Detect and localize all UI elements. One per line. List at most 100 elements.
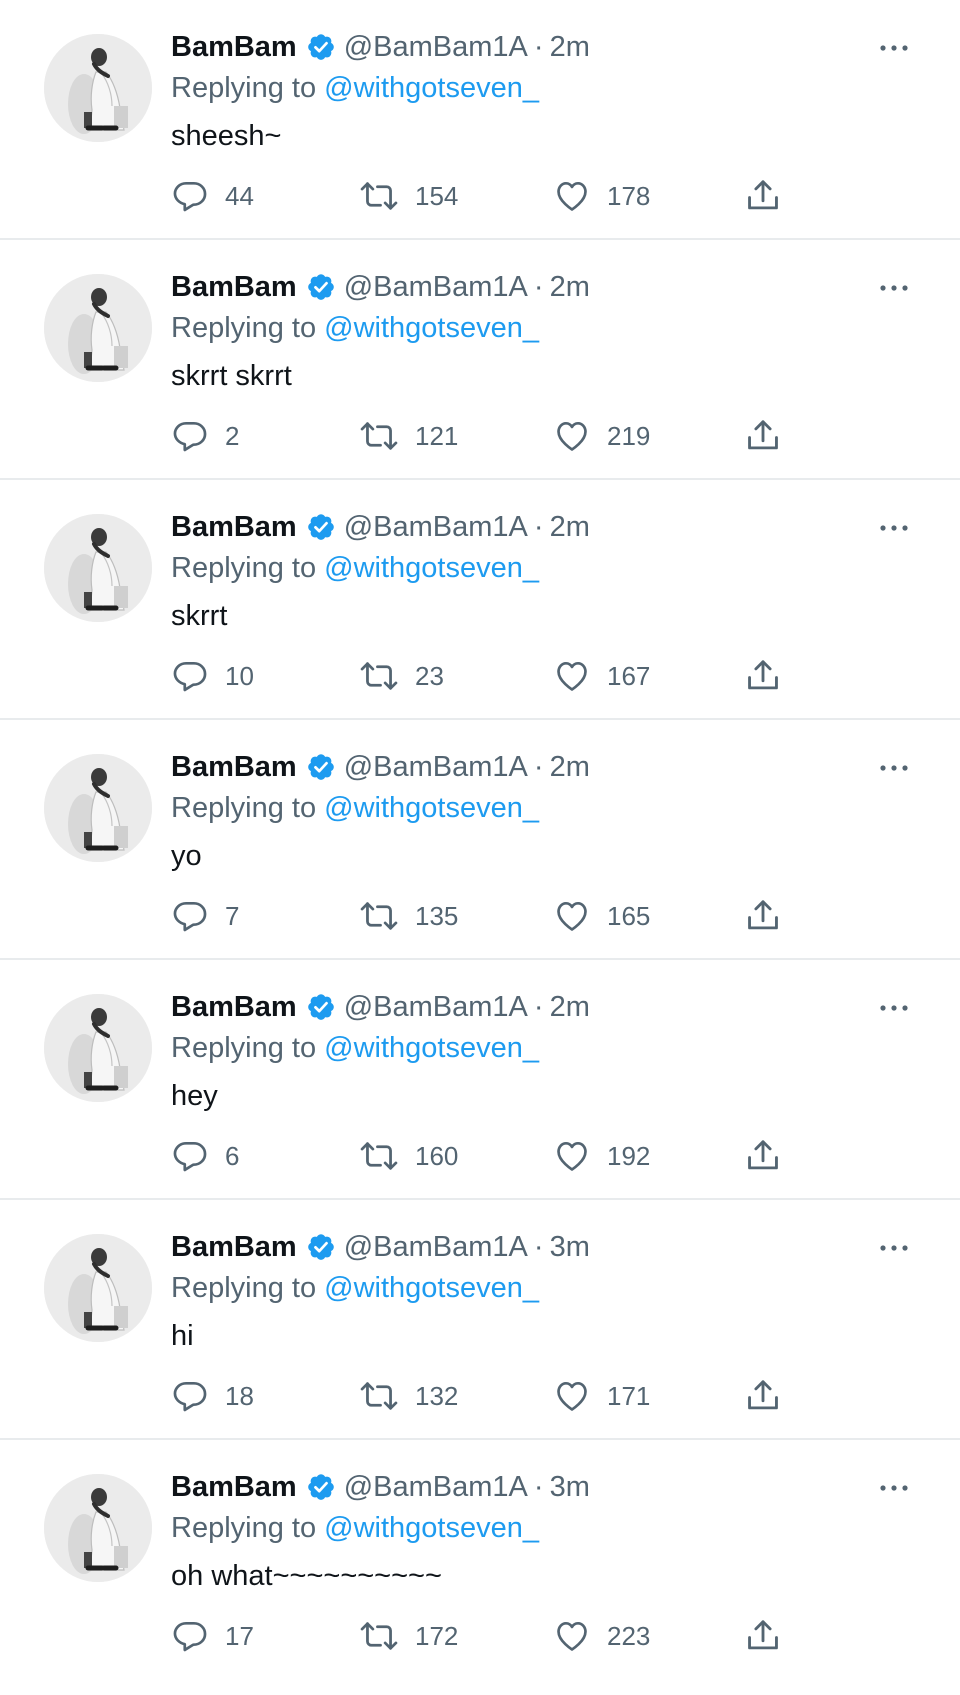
user-handle[interactable]: @BamBam1A [344,31,528,64]
replying-to-label: Replying to [171,1032,317,1064]
retweet-button[interactable]: 135 [359,896,458,936]
tweet[interactable]: BamBam @BamBam1A · 3m Replying to @withg… [0,1440,960,1680]
more-options-icon[interactable] [877,1238,911,1258]
avatar[interactable] [44,274,152,382]
reply-icon [171,177,209,215]
avatar[interactable] [44,1234,152,1342]
timestamp[interactable]: 2m [550,751,590,784]
avatar[interactable] [44,514,152,622]
replying-to-link[interactable]: @withgotseven_ [324,1512,539,1544]
reply-button[interactable]: 18 [171,1376,254,1416]
verified-badge-icon [306,752,336,782]
user-handle[interactable]: @BamBam1A [344,991,528,1024]
retweet-count: 132 [415,1380,459,1411]
like-count: 223 [607,1620,651,1651]
more-options-icon[interactable] [877,38,911,58]
share-button[interactable] [744,1616,782,1656]
retweet-button[interactable]: 160 [359,1136,458,1176]
reply-button[interactable]: 10 [171,656,254,696]
tweet[interactable]: BamBam @BamBam1A · 2m Replying to @withg… [0,240,960,480]
tweet[interactable]: BamBam @BamBam1A · 2m Replying to @withg… [0,0,960,240]
tweet[interactable]: BamBam @BamBam1A · 2m Replying to @withg… [0,960,960,1200]
reply-button[interactable]: 2 [171,416,239,456]
like-button[interactable]: 167 [553,656,650,696]
reply-button[interactable]: 6 [171,1136,239,1176]
replying-to-link[interactable]: @withgotseven_ [324,792,539,824]
separator: · [533,1230,544,1263]
tweet-header: BamBam @BamBam1A · 3m [171,1467,590,1507]
retweet-icon [359,1137,399,1175]
tweet[interactable]: BamBam @BamBam1A · 2m Replying to @withg… [0,480,960,720]
tweet-text: skrrt skrrt [171,360,292,392]
replying-to-link[interactable]: @withgotseven_ [324,552,539,584]
timestamp[interactable]: 3m [550,1231,590,1264]
share-button[interactable] [744,656,782,696]
retweet-button[interactable]: 121 [359,416,458,456]
user-handle[interactable]: @BamBam1A [344,511,528,544]
replying-to-link[interactable]: @withgotseven_ [324,72,539,104]
avatar[interactable] [44,754,152,862]
retweet-count: 121 [415,420,459,451]
more-options-icon[interactable] [877,758,911,778]
replying-to-label: Replying to [171,1512,317,1544]
separator: · [533,990,544,1023]
tweet-actions: 18 132 171 [171,1376,791,1416]
avatar[interactable] [44,994,152,1102]
share-button[interactable] [744,416,782,456]
retweet-button[interactable]: 154 [359,176,458,216]
reply-count: 2 [225,420,240,451]
timestamp[interactable]: 2m [550,991,590,1024]
avatar[interactable] [44,34,152,142]
replying-to-link[interactable]: @withgotseven_ [324,1272,539,1304]
like-count: 167 [607,660,651,691]
share-button[interactable] [744,1376,782,1416]
tweet[interactable]: BamBam @BamBam1A · 2m Replying to @withg… [0,720,960,960]
more-options-icon[interactable] [877,998,911,1018]
display-name[interactable]: BamBam [171,511,297,544]
reply-button[interactable]: 44 [171,176,254,216]
like-button[interactable]: 178 [553,176,650,216]
timestamp[interactable]: 2m [550,511,590,544]
reply-icon [171,1377,209,1415]
avatar[interactable] [44,1474,152,1582]
share-button[interactable] [744,176,782,216]
heart-icon [553,177,591,215]
reply-button[interactable]: 17 [171,1616,254,1656]
display-name[interactable]: BamBam [171,751,297,784]
tweet-text: hey [171,1080,218,1112]
tweet-header: BamBam @BamBam1A · 2m [171,507,590,547]
share-button[interactable] [744,896,782,936]
reply-button[interactable]: 7 [171,896,239,936]
display-name[interactable]: BamBam [171,991,297,1024]
like-button[interactable]: 165 [553,896,650,936]
display-name[interactable]: BamBam [171,31,297,64]
replying-to-link[interactable]: @withgotseven_ [324,1032,539,1064]
verified-badge-icon [306,272,336,302]
tweet-header: BamBam @BamBam1A · 2m [171,27,590,67]
like-button[interactable]: 223 [553,1616,650,1656]
more-options-icon[interactable] [877,278,911,298]
timestamp[interactable]: 2m [550,31,590,64]
more-options-icon[interactable] [877,518,911,538]
replying-to-link[interactable]: @withgotseven_ [324,312,539,344]
display-name[interactable]: BamBam [171,1471,297,1504]
user-handle[interactable]: @BamBam1A [344,271,528,304]
reply-icon [171,897,209,935]
tweet[interactable]: BamBam @BamBam1A · 3m Replying to @withg… [0,1200,960,1440]
display-name[interactable]: BamBam [171,1231,297,1264]
retweet-button[interactable]: 132 [359,1376,458,1416]
user-handle[interactable]: @BamBam1A [344,1231,528,1264]
retweet-button[interactable]: 172 [359,1616,458,1656]
share-button[interactable] [744,1136,782,1176]
like-button[interactable]: 192 [553,1136,650,1176]
like-count: 192 [607,1140,651,1171]
timestamp[interactable]: 3m [550,1471,590,1504]
user-handle[interactable]: @BamBam1A [344,1471,528,1504]
like-button[interactable]: 219 [553,416,650,456]
more-options-icon[interactable] [877,1478,911,1498]
retweet-button[interactable]: 23 [359,656,444,696]
like-button[interactable]: 171 [553,1376,650,1416]
user-handle[interactable]: @BamBam1A [344,751,528,784]
timestamp[interactable]: 2m [550,271,590,304]
display-name[interactable]: BamBam [171,271,297,304]
